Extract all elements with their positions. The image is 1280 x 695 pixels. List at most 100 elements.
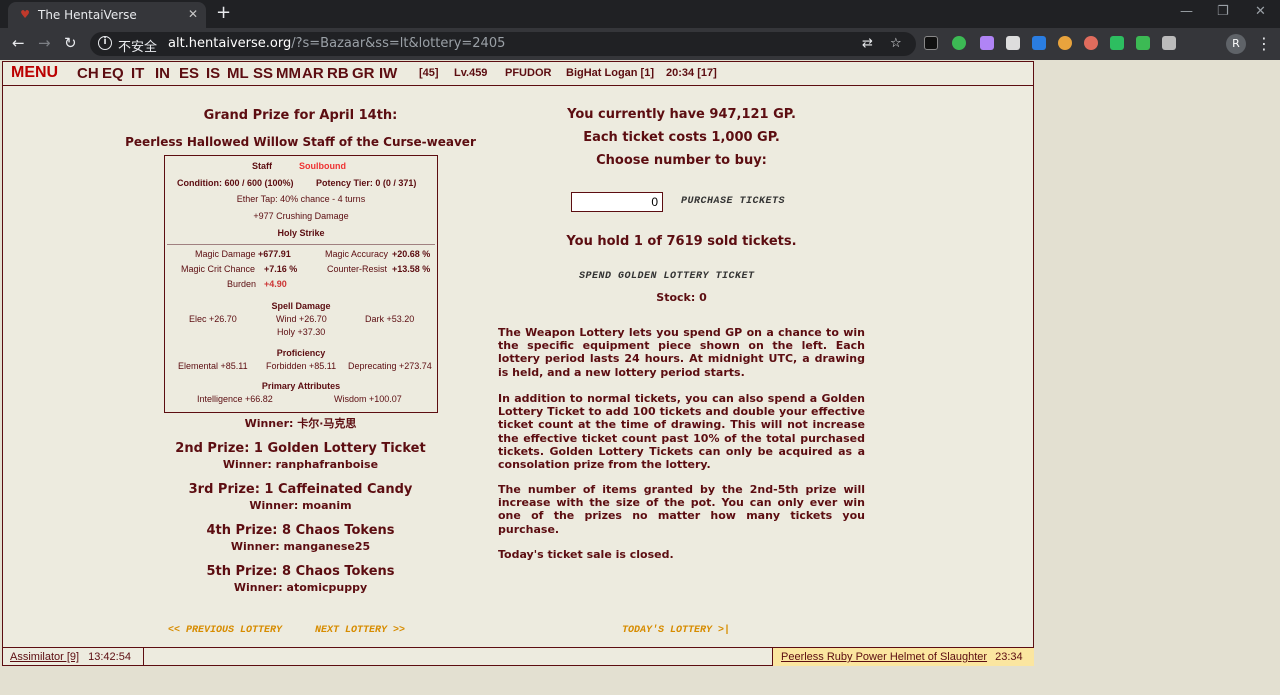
menu-link-ar[interactable]: AR <box>302 65 324 82</box>
reload-icon[interactable]: ↻ <box>64 34 77 52</box>
extension-evernote-icon[interactable] <box>1110 36 1124 50</box>
menu-link-ch[interactable]: CH <box>77 65 99 82</box>
status-right: Peerless Ruby Power Helmet of Slaughter … <box>772 648 1034 666</box>
magic-accuracy-value: +20.68 % <box>392 249 431 259</box>
ticket-cost: Each ticket costs 1,000 GP. <box>583 130 780 145</box>
item-type: Staff <box>252 161 272 171</box>
fifth-prize-title: 5th Prize: 8 Chaos Tokens <box>206 564 395 579</box>
menu-link-eq[interactable]: EQ <box>102 65 124 82</box>
counter-resist-value: +13.58 % <box>392 264 431 274</box>
ether-tap: Ether Tap: 40% chance - 4 turns <box>236 194 366 204</box>
extension-camera-icon[interactable] <box>1006 36 1020 50</box>
item-condition: Condition: 600 / 600 (100%) <box>177 178 294 188</box>
menu-link-in[interactable]: IN <box>155 65 170 82</box>
game-time: 20:34 [17] <box>666 67 717 79</box>
deprecating-proficiency: Deprecating +273.74 <box>348 361 432 371</box>
item-binding: Soulbound <box>299 161 346 171</box>
menu-link[interactable]: MENU <box>11 64 58 82</box>
item-stats-box: Staff Soulbound Condition: 600 / 600 (10… <box>164 155 438 413</box>
magic-damage-label: Magic Damage <box>195 249 256 259</box>
menu-link-ml[interactable]: ML <box>227 65 249 82</box>
extension-globe-icon[interactable] <box>1084 36 1098 50</box>
url-path: /?s=Bazaar&ss=lt&lottery=2405 <box>291 36 506 51</box>
profile-avatar[interactable]: R <box>1226 34 1246 54</box>
burden-value: +4.90 <box>264 279 287 289</box>
equipment-link[interactable]: Peerless Ruby Power Helmet of Slaughter <box>781 651 987 663</box>
extension-blue-icon[interactable] <box>1032 36 1046 50</box>
browser-toolbar: ← → ↻ i 不安全 alt.hentaiverse.org/?s=Bazaa… <box>0 28 1280 60</box>
info-icon[interactable]: i <box>98 36 112 50</box>
magic-accuracy-label: Magic Accuracy <box>325 249 389 259</box>
next-lottery-link[interactable]: NEXT LOTTERY >> <box>315 625 405 636</box>
forward-icon[interactable]: → <box>38 34 51 52</box>
primary-attributes-heading: Primary Attributes <box>261 381 341 391</box>
address-bar[interactable]: i 不安全 alt.hentaiverse.org/?s=Bazaar&ss=l… <box>90 32 916 56</box>
extension-shield-icon[interactable] <box>1136 36 1150 50</box>
browser-tab-strip: ♥ The HentaiVerse ✕ + — ❐ ✕ <box>0 0 1280 28</box>
difficulty: PFUDOR <box>505 67 552 79</box>
elemental-proficiency: Elemental +85.11 <box>178 361 248 371</box>
top-menu-bar: MENU CH EQ IT IN ES IS ML SS MM AR RB GR… <box>3 62 1033 86</box>
intelligence-attribute: Intelligence +66.82 <box>197 394 273 404</box>
url-text: alt.hentaiverse.org/?s=Bazaar&ss=lt&lott… <box>168 36 505 51</box>
crushing-damage: +977 Crushing Damage <box>253 211 349 221</box>
counter-resist-label: Counter-Resist <box>327 264 388 274</box>
proficiency-heading: Proficiency <box>276 348 326 358</box>
menu-link-rb[interactable]: RB <box>327 65 349 82</box>
extension-cookie-icon[interactable] <box>1058 36 1072 50</box>
spend-golden-ticket-button[interactable]: SPEND GOLDEN LOTTERY TICKET <box>579 271 755 282</box>
burden-label: Burden <box>227 279 257 289</box>
game-frame: MENU CH EQ IT IN ES IS ML SS MM AR RB GR… <box>2 61 1034 666</box>
magic-damage-value: +677.91 <box>258 249 291 259</box>
browser-tab[interactable]: ♥ The HentaiVerse ✕ <box>8 2 206 28</box>
assimilator-link[interactable]: Assimilator [9] <box>10 651 79 663</box>
player-level: Lv.459 <box>454 67 488 79</box>
magic-crit-label: Magic Crit Chance <box>181 264 256 274</box>
previous-lottery-link[interactable]: << PREVIOUS LOTTERY <box>168 625 282 636</box>
item-potency: Potency Tier: 0 (0 / 371) <box>316 178 417 188</box>
golden-ticket-stock: Stock: 0 <box>656 291 707 304</box>
divider <box>167 244 435 245</box>
extension-wand-icon[interactable] <box>980 36 994 50</box>
close-tab-icon[interactable]: ✕ <box>188 7 198 21</box>
extension-monitor-icon[interactable] <box>924 36 938 50</box>
maximize-icon[interactable]: ❐ <box>1217 4 1229 19</box>
browser-menu-icon[interactable]: ⋮ <box>1256 34 1272 53</box>
minimize-icon[interactable]: — <box>1180 4 1193 19</box>
wind-damage: Wind +26.70 <box>276 314 327 324</box>
forbidden-proficiency: Forbidden +85.11 <box>266 361 337 371</box>
menu-link-es[interactable]: ES <box>179 65 199 82</box>
choose-number-label: Choose number to buy: <box>596 153 767 168</box>
status-left: Assimilator [9] 13:42:54 <box>2 648 144 666</box>
menu-link-iw[interactable]: IW <box>379 65 397 82</box>
menu-link-gr[interactable]: GR <box>352 65 375 82</box>
gp-balance: You currently have 947,121 GP. <box>567 107 796 122</box>
spell-damage-heading: Spell Damage <box>271 301 331 311</box>
extension-mouse-icon[interactable] <box>1162 36 1176 50</box>
extension-green-circle-icon[interactable] <box>952 36 966 50</box>
new-tab-icon[interactable]: + <box>216 3 231 23</box>
translate-icon[interactable]: ⇄ <box>862 36 873 51</box>
description-paragraph-2: In addition to normal tickets, you can a… <box>498 392 865 472</box>
menu-link-mm[interactable]: MM <box>276 65 301 82</box>
page: MENU CH EQ IT IN ES IS ML SS MM AR RB GR… <box>0 60 1280 695</box>
level-bracket: [45] <box>419 67 439 79</box>
status-bar: Assimilator [9] 13:42:54 Peerless Ruby P… <box>2 647 1034 666</box>
menu-link-is[interactable]: IS <box>206 65 220 82</box>
description-paragraph-1: The Weapon Lottery lets you spend GP on … <box>498 326 865 379</box>
window-close-icon[interactable]: ✕ <box>1255 4 1266 19</box>
holy-strike: Holy Strike <box>277 228 325 238</box>
holy-damage: Holy +37.30 <box>277 327 326 337</box>
dark-damage: Dark +53.20 <box>365 314 415 324</box>
menu-link-ss[interactable]: SS <box>253 65 273 82</box>
description-paragraph-3: The number of items granted by the 2nd-5… <box>498 483 865 536</box>
menu-link-it[interactable]: IT <box>131 65 144 82</box>
wisdom-attribute: Wisdom +100.07 <box>334 394 402 404</box>
back-icon[interactable]: ← <box>12 34 25 52</box>
security-label: 不安全 <box>118 40 158 55</box>
ticket-quantity-input[interactable]: 0 <box>571 192 663 212</box>
bookmark-star-icon[interactable]: ☆ <box>890 36 902 51</box>
tab-title: The HentaiVerse <box>38 8 137 22</box>
todays-lottery-link[interactable]: TODAY'S LOTTERY >| <box>622 625 730 636</box>
purchase-tickets-button[interactable]: PURCHASE TICKETS <box>681 196 785 207</box>
